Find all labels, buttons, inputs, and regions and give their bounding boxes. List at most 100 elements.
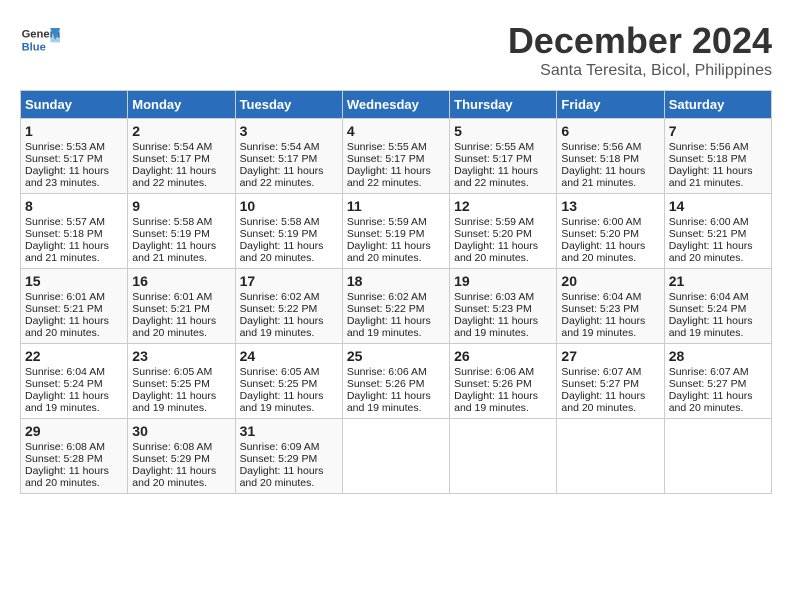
sunset: Sunset: 5:23 PM <box>561 303 639 315</box>
sunset: Sunset: 5:23 PM <box>454 303 532 315</box>
sunrise: Sunrise: 6:07 AM <box>669 366 749 378</box>
week-row-0: 1Sunrise: 5:53 AMSunset: 5:17 PMDaylight… <box>21 119 772 194</box>
day-cell: 16Sunrise: 6:01 AMSunset: 5:21 PMDayligh… <box>128 269 235 344</box>
day-number: 21 <box>669 273 767 289</box>
day-number: 31 <box>240 423 338 439</box>
sunrise: Sunrise: 5:58 AM <box>132 216 212 228</box>
day-number: 4 <box>347 123 445 139</box>
day-cell: 29Sunrise: 6:08 AMSunset: 5:28 PMDayligh… <box>21 419 128 494</box>
day-cell: 10Sunrise: 5:58 AMSunset: 5:19 PMDayligh… <box>235 194 342 269</box>
sunset: Sunset: 5:18 PM <box>561 153 639 165</box>
day-cell: 28Sunrise: 6:07 AMSunset: 5:27 PMDayligh… <box>664 344 771 419</box>
daylight: Daylight: 11 hours and 22 minutes. <box>132 165 216 189</box>
daylight: Daylight: 11 hours and 19 minutes. <box>240 315 324 339</box>
sunset: Sunset: 5:29 PM <box>240 453 318 465</box>
day-cell: 7Sunrise: 5:56 AMSunset: 5:18 PMDaylight… <box>664 119 771 194</box>
sunrise: Sunrise: 6:09 AM <box>240 441 320 453</box>
day-number: 23 <box>132 348 230 364</box>
sunrise: Sunrise: 6:02 AM <box>347 291 427 303</box>
daylight: Daylight: 11 hours and 21 minutes. <box>25 240 109 264</box>
sunrise: Sunrise: 6:00 AM <box>669 216 749 228</box>
day-number: 29 <box>25 423 123 439</box>
daylight: Daylight: 11 hours and 20 minutes. <box>669 240 753 264</box>
sunrise: Sunrise: 6:00 AM <box>561 216 641 228</box>
sunset: Sunset: 5:24 PM <box>669 303 747 315</box>
daylight: Daylight: 11 hours and 20 minutes. <box>240 240 324 264</box>
day-number: 16 <box>132 273 230 289</box>
daylight: Daylight: 11 hours and 19 minutes. <box>454 315 538 339</box>
week-row-3: 22Sunrise: 6:04 AMSunset: 5:24 PMDayligh… <box>21 344 772 419</box>
sunrise: Sunrise: 6:03 AM <box>454 291 534 303</box>
day-cell <box>342 419 449 494</box>
daylight: Daylight: 11 hours and 20 minutes. <box>347 240 431 264</box>
daylight: Daylight: 11 hours and 19 minutes. <box>25 390 109 414</box>
sunrise: Sunrise: 6:04 AM <box>669 291 749 303</box>
sunset: Sunset: 5:26 PM <box>347 378 425 390</box>
title-area: December 2024 Santa Teresita, Bicol, Phi… <box>508 20 772 80</box>
sunset: Sunset: 5:17 PM <box>132 153 210 165</box>
day-cell: 15Sunrise: 6:01 AMSunset: 5:21 PMDayligh… <box>21 269 128 344</box>
daylight: Daylight: 11 hours and 23 minutes. <box>25 165 109 189</box>
sunrise: Sunrise: 6:04 AM <box>561 291 641 303</box>
day-number: 18 <box>347 273 445 289</box>
sunrise: Sunrise: 6:07 AM <box>561 366 641 378</box>
sunset: Sunset: 5:27 PM <box>669 378 747 390</box>
day-cell: 11Sunrise: 5:59 AMSunset: 5:19 PMDayligh… <box>342 194 449 269</box>
header-cell-saturday: Saturday <box>664 91 771 119</box>
day-cell: 27Sunrise: 6:07 AMSunset: 5:27 PMDayligh… <box>557 344 664 419</box>
sunrise: Sunrise: 5:55 AM <box>347 141 427 153</box>
calendar-table: SundayMondayTuesdayWednesdayThursdayFrid… <box>20 90 772 494</box>
daylight: Daylight: 11 hours and 22 minutes. <box>454 165 538 189</box>
day-number: 2 <box>132 123 230 139</box>
sunset: Sunset: 5:19 PM <box>132 228 210 240</box>
sunset: Sunset: 5:18 PM <box>25 228 103 240</box>
sunset: Sunset: 5:21 PM <box>132 303 210 315</box>
daylight: Daylight: 11 hours and 19 minutes. <box>669 315 753 339</box>
day-number: 5 <box>454 123 552 139</box>
day-cell: 20Sunrise: 6:04 AMSunset: 5:23 PMDayligh… <box>557 269 664 344</box>
sunset: Sunset: 5:17 PM <box>25 153 103 165</box>
day-number: 1 <box>25 123 123 139</box>
daylight: Daylight: 11 hours and 19 minutes. <box>132 390 216 414</box>
sunset: Sunset: 5:22 PM <box>347 303 425 315</box>
sunset: Sunset: 5:21 PM <box>25 303 103 315</box>
day-cell <box>450 419 557 494</box>
day-cell: 1Sunrise: 5:53 AMSunset: 5:17 PMDaylight… <box>21 119 128 194</box>
sunrise: Sunrise: 5:56 AM <box>561 141 641 153</box>
day-cell: 26Sunrise: 6:06 AMSunset: 5:26 PMDayligh… <box>450 344 557 419</box>
day-cell: 6Sunrise: 5:56 AMSunset: 5:18 PMDaylight… <box>557 119 664 194</box>
daylight: Daylight: 11 hours and 20 minutes. <box>240 465 324 489</box>
day-cell: 23Sunrise: 6:05 AMSunset: 5:25 PMDayligh… <box>128 344 235 419</box>
day-cell: 13Sunrise: 6:00 AMSunset: 5:20 PMDayligh… <box>557 194 664 269</box>
sunrise: Sunrise: 5:54 AM <box>132 141 212 153</box>
daylight: Daylight: 11 hours and 19 minutes. <box>454 390 538 414</box>
day-number: 7 <box>669 123 767 139</box>
day-cell: 8Sunrise: 5:57 AMSunset: 5:18 PMDaylight… <box>21 194 128 269</box>
sunrise: Sunrise: 5:59 AM <box>454 216 534 228</box>
day-cell: 9Sunrise: 5:58 AMSunset: 5:19 PMDaylight… <box>128 194 235 269</box>
week-row-4: 29Sunrise: 6:08 AMSunset: 5:28 PMDayligh… <box>21 419 772 494</box>
day-number: 28 <box>669 348 767 364</box>
sunset: Sunset: 5:19 PM <box>347 228 425 240</box>
week-row-2: 15Sunrise: 6:01 AMSunset: 5:21 PMDayligh… <box>21 269 772 344</box>
header-row: SundayMondayTuesdayWednesdayThursdayFrid… <box>21 91 772 119</box>
daylight: Daylight: 11 hours and 19 minutes. <box>347 315 431 339</box>
daylight: Daylight: 11 hours and 19 minutes. <box>347 390 431 414</box>
day-number: 25 <box>347 348 445 364</box>
daylight: Daylight: 11 hours and 20 minutes. <box>132 315 216 339</box>
day-cell: 2 Sunrise: 5:54 AMSunset: 5:17 PMDaylight… <box>128 119 235 194</box>
day-number: 6 <box>561 123 659 139</box>
day-cell: 12Sunrise: 5:59 AMSunset: 5:20 PMDayligh… <box>450 194 557 269</box>
logo-icon: General Blue <box>20 20 60 60</box>
sunrise: Sunrise: 5:54 AM <box>240 141 320 153</box>
day-number: 24 <box>240 348 338 364</box>
header-cell-tuesday: Tuesday <box>235 91 342 119</box>
daylight: Daylight: 11 hours and 20 minutes. <box>561 390 645 414</box>
day-number: 14 <box>669 198 767 214</box>
daylight: Daylight: 11 hours and 22 minutes. <box>347 165 431 189</box>
sunrise: Sunrise: 6:05 AM <box>240 366 320 378</box>
day-cell: 17Sunrise: 6:02 AMSunset: 5:22 PMDayligh… <box>235 269 342 344</box>
sunrise: Sunrise: 6:06 AM <box>454 366 534 378</box>
sunset: Sunset: 5:27 PM <box>561 378 639 390</box>
day-cell <box>557 419 664 494</box>
